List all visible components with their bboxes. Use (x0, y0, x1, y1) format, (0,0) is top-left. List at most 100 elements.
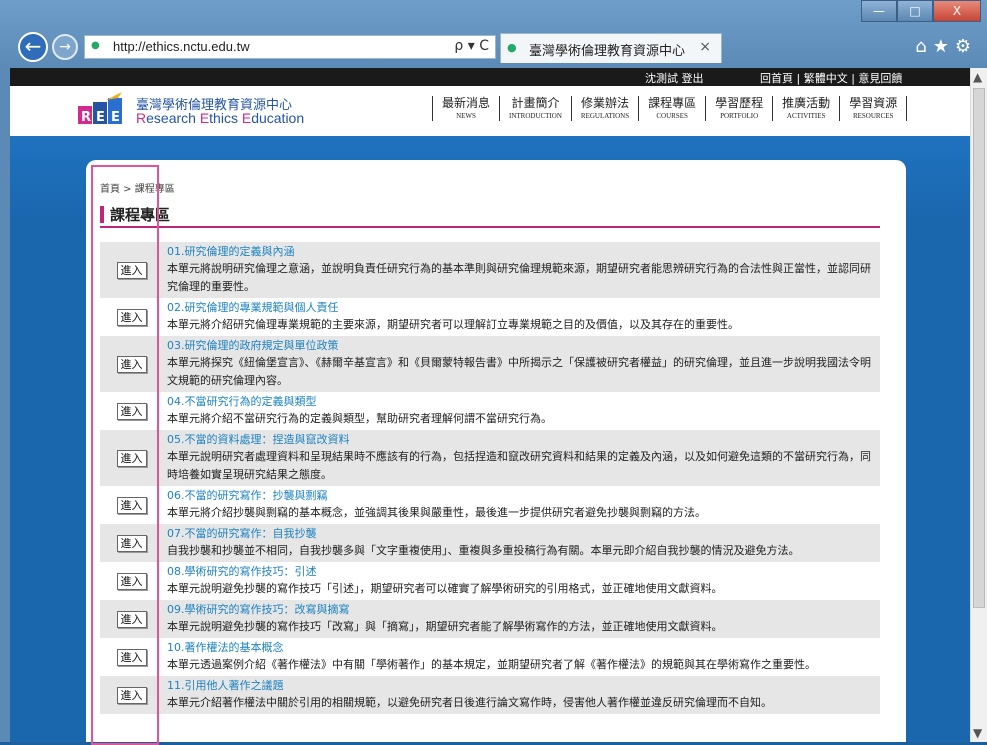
scroll-up-icon[interactable]: ▲ (973, 70, 982, 84)
course-title-link[interactable]: 07.不當的研究寫作：自我抄襲 (167, 526, 878, 542)
menu-activities[interactable]: 推廣活動 ACTIVITIES (772, 96, 839, 121)
enter-cell: 進入 (100, 336, 163, 392)
search-refresh-icon[interactable]: ρ ▾ C (454, 38, 489, 54)
course-row: 進入 05.不當的資料處理：捏造與竄改資料本單元說明研究者處理資料和呈現結果時不應… (100, 430, 880, 486)
course-title-link[interactable]: 05.不當的資料處理：捏造與竄改資料 (167, 432, 878, 448)
course-description: 本單元將介紹不當研究行為的定義與類型，幫助研究者理解何謂不當研究行為。 (167, 412, 552, 425)
course-title-link[interactable]: 08.學術研究的寫作技巧：引述 (167, 564, 878, 580)
section-heading: 課程專區 (100, 204, 880, 228)
enter-button[interactable]: 進入 (116, 449, 147, 467)
enter-button[interactable]: 進入 (116, 572, 147, 590)
course-row: 進入 03.研究倫理的政府規定與單位政策本單元將探究《紐倫堡宣言》、《赫爾辛基宣言… (100, 336, 880, 392)
user-logout-links[interactable]: 沈測試 登出 (645, 70, 704, 86)
enter-button[interactable]: 進入 (116, 534, 147, 552)
course-row: 進入 07.不當的研究寫作：自我抄襲 自我抄襲和抄襲並不相同，自我抄襲多與「文字重複… (100, 524, 880, 562)
course-title-link[interactable]: 11.引用他人著作之議題 (167, 678, 878, 694)
tab-title: 臺灣學術倫理教育資源中心 (529, 44, 686, 59)
svg-text:E: E (96, 110, 105, 125)
enter-cell: 進入 (100, 242, 163, 298)
enter-cell: 進入 (100, 430, 163, 486)
menu-introduction[interactable]: 計畫簡介 INTRODUCTION (499, 96, 571, 121)
course-title-link[interactable]: 04.不當研究行為的定義與類型 (167, 394, 878, 410)
svg-text:E: E (111, 110, 120, 125)
enter-button[interactable]: 進入 (116, 355, 147, 373)
minimize-button[interactable]: — (861, 0, 897, 22)
course-body: 05.不當的資料處理：捏造與竄改資料本單元說明研究者處理資料和呈現結果時不應該有… (163, 430, 880, 486)
course-row: 進入 02.研究倫理的專業規範與個人責任 本單元將介紹研究倫理專業規範的主要來源，期… (100, 298, 880, 336)
course-description: 本單元將探究《紐倫堡宣言》、《赫爾辛基宣言》和《貝爾蒙特報告書》中所揭示之「保護… (167, 356, 871, 387)
enter-cell: 進入 (100, 298, 163, 336)
menu-portfolio[interactable]: 學習歷程 PORTFOLIO (705, 96, 772, 121)
maximize-button[interactable]: □ (897, 0, 933, 22)
site-name-en: Research Ethics Education (136, 110, 305, 126)
address-field[interactable]: ● http://ethics.nctu.edu.tw ρ ▾ C (84, 35, 496, 59)
enter-cell: 進入 (100, 524, 163, 562)
browser-titlebar: — □ X ← → ● http://ethics.nctu.edu.tw ρ … (0, 0, 987, 68)
course-body: 03.研究倫理的政府規定與單位政策本單元將探究《紐倫堡宣言》、《赫爾辛基宣言》和… (163, 336, 880, 392)
enter-cell: 進入 (100, 600, 163, 638)
course-body: 08.學術研究的寫作技巧：引述 本單元說明避免抄襲的寫作技巧「引述」，期望研究者可… (163, 562, 880, 600)
enter-button[interactable]: 進入 (116, 648, 147, 666)
address-bar-row: ← → ● http://ethics.nctu.edu.tw ρ ▾ C ● … (0, 28, 987, 66)
course-description: 本單元將介紹抄襲與剽竊的基本概念，並強調其後果與嚴重性，最後進一步提供研究者避免… (167, 506, 706, 519)
menu-resources[interactable]: 學習資源 RESOURCES (839, 96, 908, 121)
enter-button[interactable]: 進入 (116, 496, 147, 514)
menu-regulations[interactable]: 修業辦法 REGULATIONS (570, 96, 638, 121)
ree-logo-icon[interactable]: R E E (76, 92, 124, 128)
course-row: 進入 10.著作權法的基本概念 本單元透過案例介紹《著作權法》中有關「學術著作」的基… (100, 638, 880, 676)
course-body: 02.研究倫理的專業規範與個人責任 本單元將介紹研究倫理專業規範的主要來源，期望研… (163, 298, 880, 336)
course-row: 進入 04.不當研究行為的定義與類型 本單元將介紹不當研究行為的定義與類型，幫助研究… (100, 392, 880, 430)
enter-button[interactable]: 進入 (116, 610, 147, 628)
tab-close-icon[interactable]: × (699, 39, 711, 55)
main-menu: 最新消息 NEWS 計畫簡介 INTRODUCTION 修業辦法 REGULATION… (432, 96, 908, 121)
enter-cell: 進入 (100, 676, 163, 714)
window-frame-left (0, 68, 10, 742)
forward-button[interactable]: → (52, 34, 78, 60)
course-description: 本單元說明研究者處理資料和呈現結果時不應該有的行為，包括捏造和竄改研究資料和結果… (167, 450, 871, 481)
enter-cell: 進入 (100, 392, 163, 430)
course-title-link[interactable]: 03.研究倫理的政府規定與單位政策 (167, 338, 878, 354)
page-title: 課程專區 (110, 206, 171, 224)
vertical-scrollbar[interactable]: ▲ ▼ (970, 68, 987, 742)
tab-favicon-icon: ● (507, 41, 517, 54)
course-description: 本單元說明避免抄襲的寫作技巧「改寫」與「摘寫」，期望研究者能了解學術寫作的方法，… (167, 620, 723, 633)
course-title-link[interactable]: 01.研究倫理的定義與內涵 (167, 244, 878, 260)
enter-cell: 進入 (100, 486, 163, 524)
browser-tab[interactable]: ● 臺灣學術倫理教育資源中心 × (500, 33, 722, 63)
course-body: 01.研究倫理的定義與內涵 本單元將說明研究倫理之意涵，並說明負責任研究行為的基本… (163, 242, 880, 298)
content-panel: 首頁 > 課程專區 課程專區 進入 01.研究倫理的定義與內涵 本單元將說明研究倫理… (86, 160, 906, 742)
home-favorites-settings-icons[interactable]: ⌂★⚙ (915, 36, 977, 57)
course-body: 04.不當研究行為的定義與類型 本單元將介紹不當研究行為的定義與類型，幫助研究者理… (163, 392, 880, 430)
course-title-link[interactable]: 09.學術研究的寫作技巧：改寫與摘寫 (167, 602, 878, 618)
course-title-link[interactable]: 02.研究倫理的專業規範與個人責任 (167, 300, 878, 316)
enter-button[interactable]: 進入 (116, 402, 147, 420)
course-row: 進入 09.學術研究的寫作技巧：改寫與摘寫 本單元說明避免抄襲的寫作技巧「改寫」與「… (100, 600, 880, 638)
site-header: R E E 臺灣學術倫理教育資源中心 Research Ethics Educa… (10, 86, 970, 136)
course-description: 本單元透過案例介紹《著作權法》中有關「學術著作」的基本規定，並期望研究者了解《著… (167, 658, 816, 671)
course-body: 09.學術研究的寫作技巧：改寫與摘寫 本單元說明避免抄襲的寫作技巧「改寫」與「摘寫… (163, 600, 880, 638)
enter-button[interactable]: 進入 (116, 308, 147, 326)
enter-button[interactable]: 進入 (116, 261, 147, 279)
scroll-down-icon[interactable]: ▼ (973, 726, 982, 740)
top-utility-bar: 沈測試 登出 回首頁 | 繁體中文 | 意見回饋 (10, 68, 970, 86)
enter-button[interactable]: 進入 (116, 686, 147, 704)
course-title-link[interactable]: 10.著作權法的基本概念 (167, 640, 878, 656)
utility-links[interactable]: 回首頁 | 繁體中文 | 意見回饋 (760, 70, 902, 86)
course-description: 本單元介紹著作權法中關於引用的相關規範，以避免研究者日後進行論文寫作時，侵害他人… (167, 696, 772, 709)
enter-cell: 進入 (100, 562, 163, 600)
menu-news[interactable]: 最新消息 NEWS (432, 96, 499, 121)
url-text: http://ethics.nctu.edu.tw (113, 39, 250, 54)
course-row: 進入 11.引用他人著作之議題 本單元介紹著作權法中關於引用的相關規範，以避免研究者… (100, 676, 880, 714)
svg-text:R: R (81, 110, 91, 125)
breadcrumb[interactable]: 首頁 > 課程專區 (100, 180, 175, 195)
course-list: 進入 01.研究倫理的定義與內涵 本單元將說明研究倫理之意涵，並說明負責任研究行為的… (100, 242, 880, 714)
scroll-thumb[interactable] (973, 88, 985, 608)
course-body: 06.不當的研究寫作：抄襲與剽竊 本單元將介紹抄襲與剽竊的基本概念，並強調其後果與… (163, 486, 880, 524)
page-viewport: 沈測試 登出 回首頁 | 繁體中文 | 意見回饋 R E E 臺灣學術倫理教育資… (10, 68, 970, 742)
course-description: 本單元將介紹研究倫理專業規範的主要來源，期望研究者可以理解訂立專業規範之目的及價… (167, 318, 739, 331)
close-window-button[interactable]: X (933, 0, 981, 22)
site-favicon-icon: ● (91, 40, 100, 51)
menu-courses[interactable]: 課程專區 COURSES (638, 96, 705, 121)
back-button[interactable]: ← (18, 32, 48, 62)
course-title-link[interactable]: 06.不當的研究寫作：抄襲與剽竊 (167, 488, 878, 504)
